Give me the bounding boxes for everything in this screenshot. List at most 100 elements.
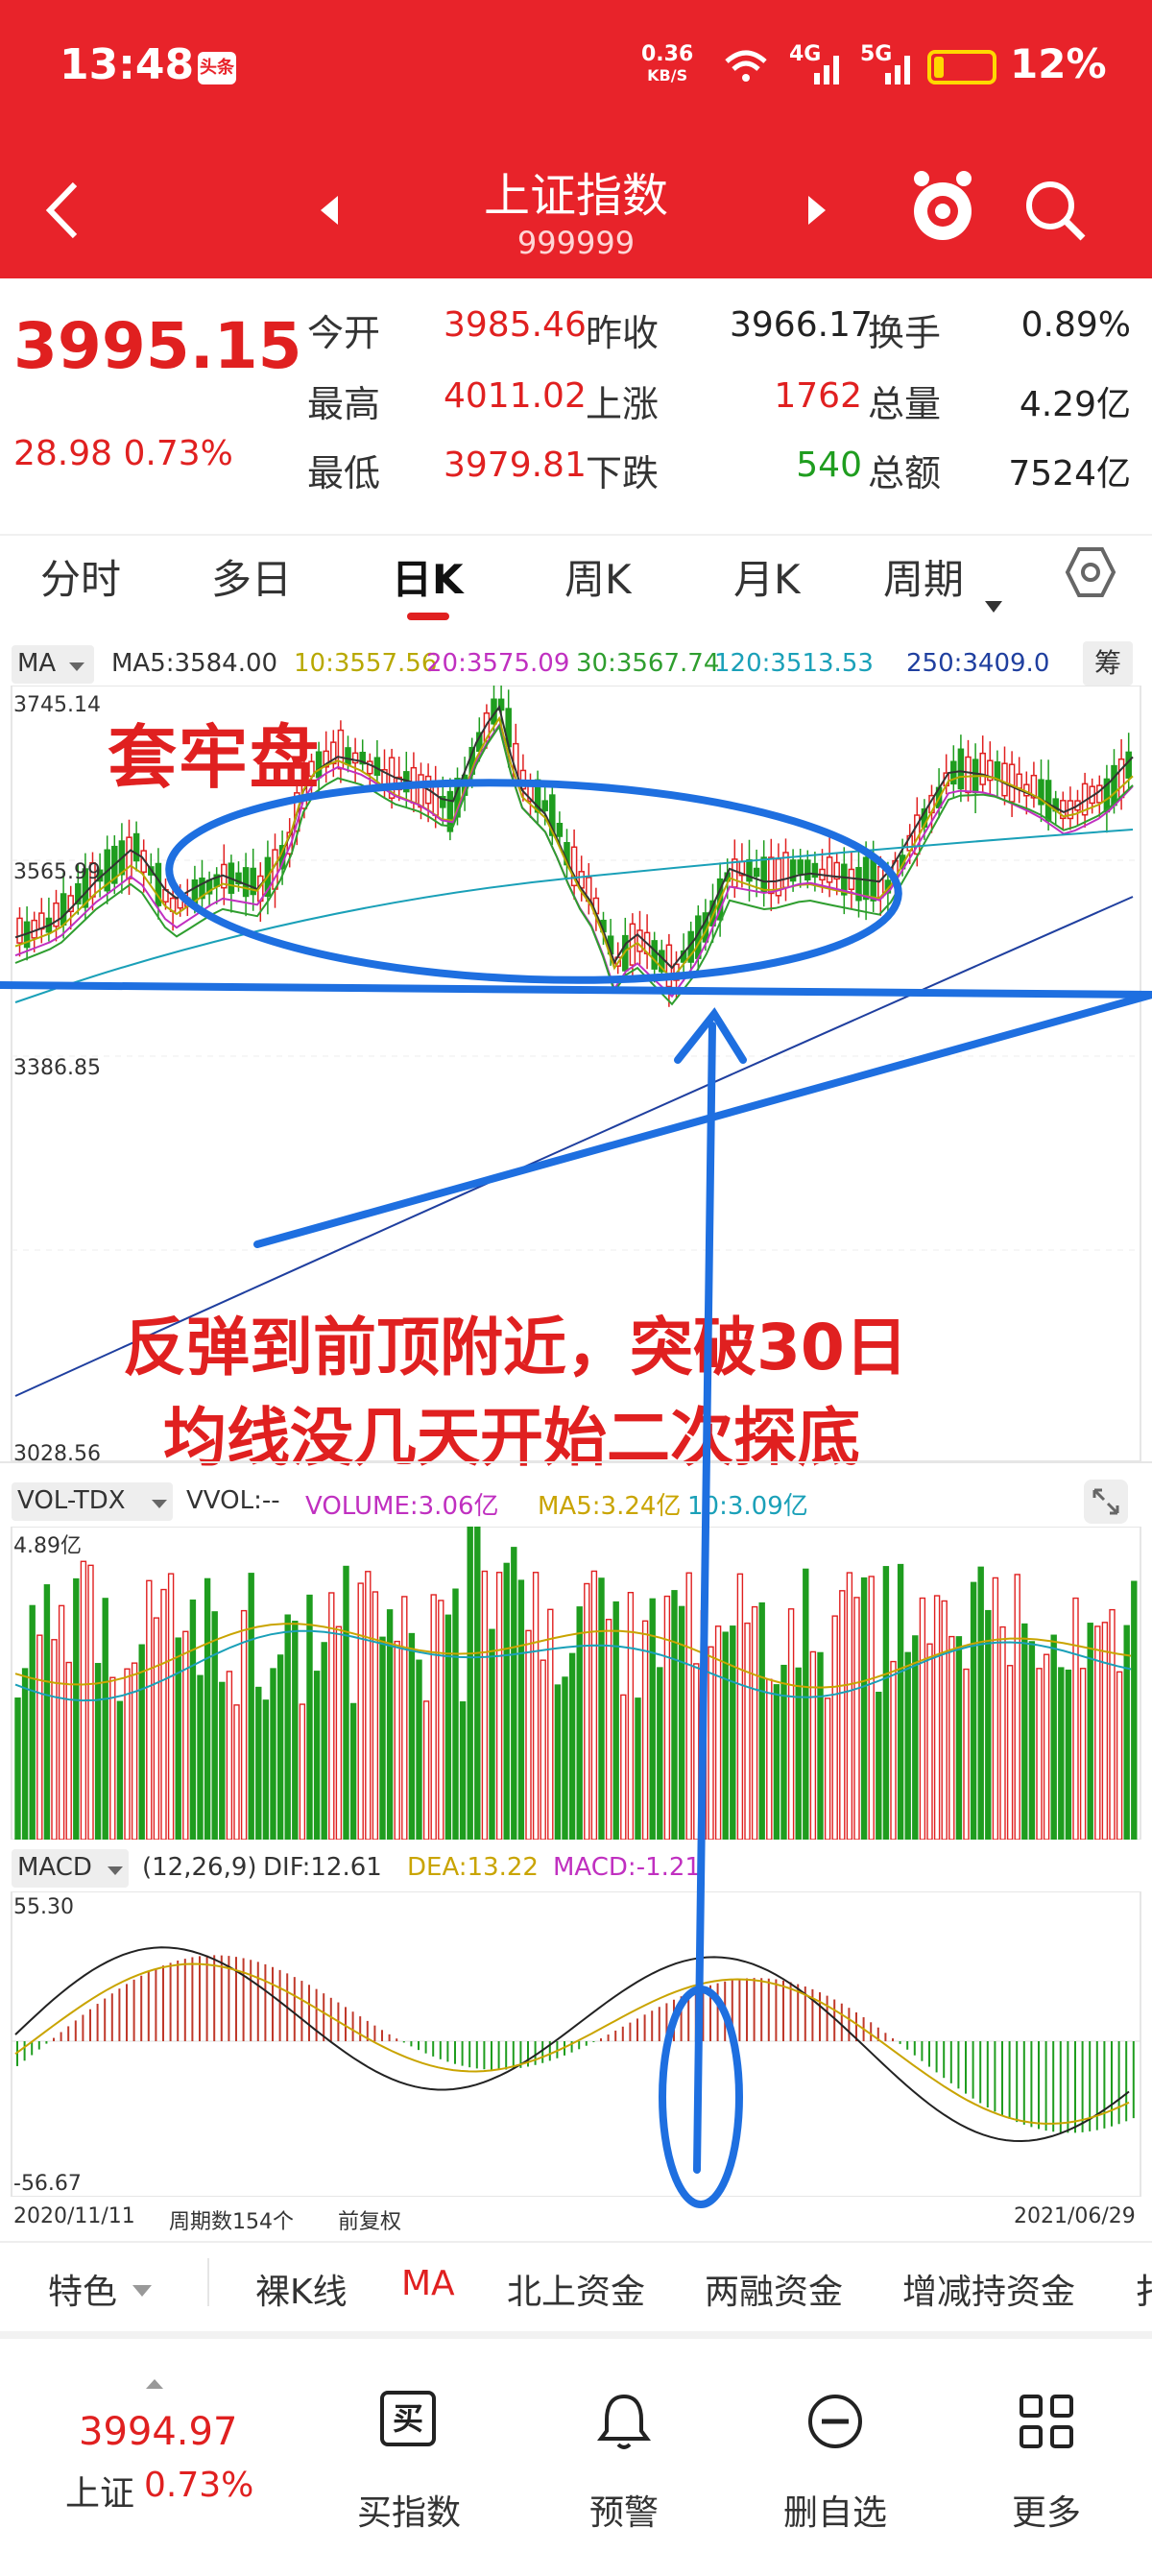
volume-bar: [992, 1577, 999, 1840]
candle-body: [1001, 762, 1008, 797]
volume-bar: [839, 1590, 846, 1840]
candle-body: [768, 856, 775, 895]
tab-0[interactable]: 分时: [40, 547, 121, 606]
candle-body: [541, 800, 548, 811]
macd-selector[interactable]: MACD: [12, 1849, 129, 1888]
volume-bar: [1079, 1668, 1087, 1840]
macd-y-tick-top: 55.30: [13, 1895, 74, 1919]
volume-bar: [401, 1596, 408, 1840]
expand-icon[interactable]: [1083, 1479, 1129, 1525]
candle-body: [760, 856, 767, 893]
volume-bar: [36, 1634, 43, 1840]
ma-selector[interactable]: MA: [12, 645, 94, 684]
volume-bar: [882, 1566, 890, 1840]
volume-bar: [284, 1614, 291, 1840]
volume-bar: [868, 1576, 875, 1840]
buy-index-label: 买指数: [356, 2493, 461, 2533]
volume-bar: [1131, 1580, 1138, 1840]
indicator-tab-0[interactable]: 特色: [48, 2264, 117, 2314]
volume-bar: [708, 1646, 714, 1840]
volume-bar: [568, 1652, 576, 1840]
active-tab-underline: [407, 613, 449, 620]
search-icon[interactable]: [1021, 177, 1089, 244]
feature-dropdown-icon[interactable]: [131, 2283, 154, 2299]
volume-bar: [1006, 1665, 1014, 1840]
expand-up-icon[interactable]: [144, 2377, 165, 2391]
volume-bar: [248, 1573, 254, 1840]
volume-bar: [357, 1582, 364, 1840]
indicator-tab-3[interactable]: 北上资金: [507, 2264, 645, 2314]
candle-body: [848, 868, 855, 890]
dea-line: [14, 1962, 1130, 2125]
indicator-tab-4[interactable]: 两融资金: [705, 2264, 843, 2314]
quote-label: 最低: [307, 452, 381, 494]
volume-chart[interactable]: [0, 1527, 1152, 1840]
period-dropdown-icon[interactable]: [983, 599, 1004, 614]
quote-value: 0.89%: [1020, 305, 1131, 345]
alert-button[interactable]: 预警: [528, 2391, 720, 2544]
volume-bar: [102, 1598, 108, 1840]
macd-chart[interactable]: [0, 1891, 1152, 2197]
volume-bar: [985, 1609, 992, 1840]
volume-bar: [1123, 1625, 1130, 1840]
mascot-icon[interactable]: [908, 165, 977, 246]
macd-dropdown-icon: [108, 1866, 123, 1875]
volume-bar: [160, 1588, 167, 1840]
indicator-tab-5[interactable]: 增减持资金: [902, 2264, 1075, 2314]
ma-legend-item: 20:3575.09: [426, 649, 570, 678]
more-button[interactable]: 更多: [950, 2391, 1142, 2544]
volume-bar: [211, 1611, 218, 1840]
tab-4[interactable]: 月K: [733, 547, 801, 606]
quote-label: 总额: [868, 452, 942, 494]
vol-selector[interactable]: VOL-TDX: [12, 1482, 173, 1521]
vol-selector-label: VOL-TDX: [17, 1486, 126, 1515]
quote-value: 1762: [774, 376, 862, 416]
quote-value: 3979.81: [444, 445, 587, 485]
volume-bar: [657, 1667, 663, 1840]
macd-value: MACD:-1.21: [553, 1853, 701, 1882]
candle-body: [556, 822, 564, 837]
indicator-tab-2[interactable]: MA: [401, 2264, 455, 2303]
volume-bar: [744, 1622, 751, 1840]
tab-1[interactable]: 多日: [211, 547, 292, 606]
chips-button[interactable]: 筹: [1083, 641, 1133, 686]
candle-body: [651, 940, 658, 970]
tab-3[interactable]: 周K: [564, 547, 632, 606]
next-icon[interactable]: [806, 194, 829, 227]
volume-bar: [897, 1563, 904, 1840]
remove-watchlist-button[interactable]: 删自选: [739, 2391, 931, 2544]
page-title: 上证指数: [483, 169, 668, 223]
volume-bar: [730, 1625, 736, 1840]
candle-body: [126, 836, 132, 879]
volume-bar: [182, 1630, 189, 1840]
signal-5g-icon: [885, 56, 910, 84]
tab-2[interactable]: 日K: [392, 547, 464, 606]
volume-bar: [1036, 1668, 1043, 1840]
volume-bar: [663, 1595, 671, 1840]
volume-bar: [1101, 1622, 1109, 1840]
battery-level: 12%: [1010, 40, 1107, 87]
volume-bar: [372, 1591, 379, 1840]
volume-bar: [977, 1566, 984, 1840]
volume-bar: [685, 1572, 692, 1840]
candle-body: [345, 747, 351, 765]
kline-y-tick-2: 3565.99: [13, 860, 101, 884]
candle-body: [862, 856, 870, 901]
volume-bar: [43, 1584, 51, 1840]
settings-hexagon-icon[interactable]: [1062, 543, 1119, 601]
volume-bar: [576, 1606, 583, 1840]
volume-bar: [240, 1609, 248, 1840]
volume-bar: [511, 1547, 517, 1840]
candle-body: [804, 859, 811, 881]
volume-bar: [1116, 1671, 1123, 1840]
buy-index-button[interactable]: 买 买指数: [313, 2391, 505, 2544]
volume-bar: [1014, 1574, 1020, 1840]
annotation-line-1: 反弹到前顶附近，突破30日: [123, 1311, 908, 1384]
indicator-tab-1[interactable]: 裸K线: [255, 2264, 348, 2314]
indicator-tab-6[interactable]: 扌: [1135, 2264, 1152, 2314]
volume-bar: [29, 1604, 36, 1840]
tab-5[interactable]: 周期: [883, 547, 964, 606]
volume-bar: [328, 1592, 335, 1840]
volume-bar: [226, 1671, 233, 1840]
volume-bar: [904, 1651, 911, 1840]
